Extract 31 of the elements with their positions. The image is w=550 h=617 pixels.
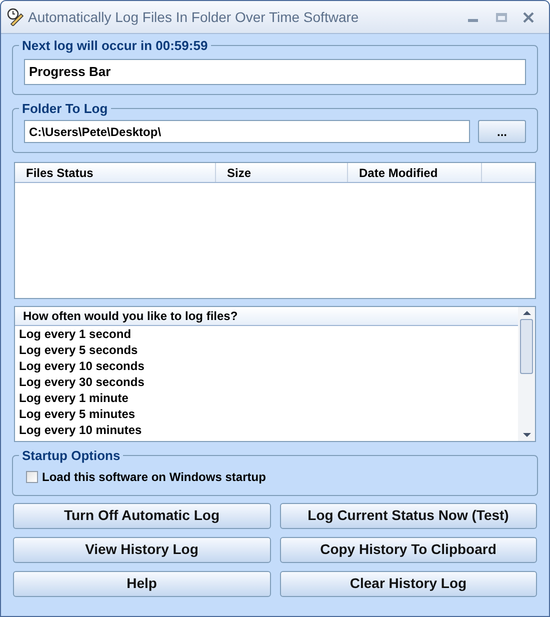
folder-path-field[interactable]: C:\Users\Pete\Desktop\ — [24, 120, 470, 143]
list-item[interactable]: Log every 10 minutes — [15, 422, 518, 438]
maximize-icon[interactable] — [496, 12, 507, 22]
list-item[interactable]: Log every 1 second — [15, 326, 518, 342]
action-button[interactable]: Turn Off Automatic Log — [13, 502, 270, 528]
list-item[interactable]: Log every 10 seconds — [15, 358, 518, 374]
column-header[interactable]: How often would you like to log files? — [15, 307, 518, 326]
minimize-icon[interactable] — [468, 18, 478, 22]
close-icon[interactable] — [523, 12, 534, 22]
group-title: Next log will occur in 00:59:59 — [21, 37, 209, 55]
window-title: Automatically Log Files In Folder Over Time Software — [28, 8, 360, 27]
column-header[interactable]: Size — [216, 163, 348, 182]
action-button[interactable]: Help — [13, 570, 270, 596]
action-button[interactable]: Copy History To Clipboard — [280, 536, 537, 562]
group-title: Startup Options — [21, 447, 122, 465]
scrollbar[interactable] — [518, 307, 535, 441]
list-item[interactable]: Log every 1 minute — [15, 390, 518, 406]
browse-button[interactable]: ... — [478, 120, 526, 143]
action-button[interactable]: Clear History Log — [280, 570, 537, 596]
column-header[interactable]: Date Modified — [348, 163, 482, 182]
checkbox[interactable] — [26, 470, 38, 482]
action-button[interactable]: View History Log — [13, 536, 270, 562]
pencil-clock-icon — [6, 8, 24, 26]
list-item[interactable]: Log every 5 minutes — [15, 406, 518, 422]
checkbox-label: Load this software on Windows startup — [42, 468, 266, 486]
group-title: Folder To Log — [21, 100, 109, 118]
action-button[interactable]: Log Current Status Now (Test) — [280, 502, 537, 528]
list-item[interactable]: Log every 30 seconds — [15, 374, 518, 390]
column-header[interactable]: Files Status — [15, 163, 216, 182]
scroll-thumb[interactable] — [520, 319, 533, 374]
list-item[interactable]: Log every 5 seconds — [15, 342, 518, 358]
